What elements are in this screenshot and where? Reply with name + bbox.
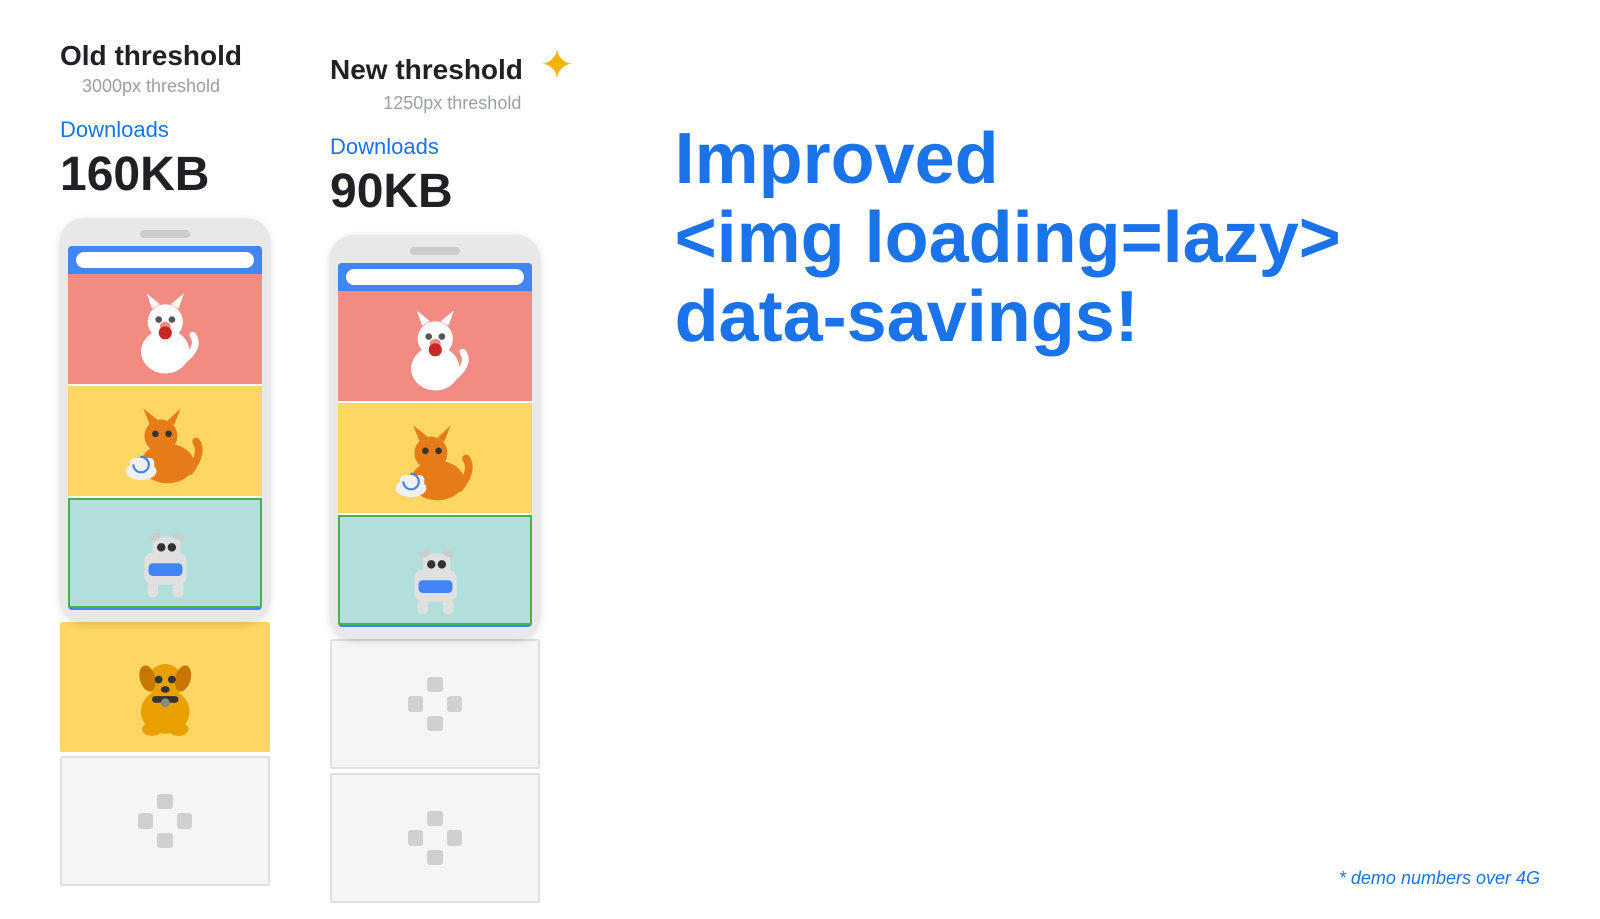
hero-line-2: <img loading=lazy>: [675, 199, 1540, 278]
new-threshold-header: New threshold ✦ 1250px threshold: [330, 40, 575, 114]
dog-illustration: [76, 632, 255, 743]
cat-illustration: [78, 280, 253, 379]
loading-spinner-2: [408, 677, 462, 731]
new-downloads-label: Downloads: [330, 134, 439, 160]
sparkle-icon: ✦: [539, 41, 574, 88]
old-threshold-title: Old threshold: [60, 40, 242, 72]
loading-spinner-1: [138, 794, 192, 848]
hero-text-section: Improved <img loading=lazy> data-savings…: [635, 40, 1540, 358]
hero-line-1: Improved: [675, 120, 1540, 199]
new-image-cat: [338, 291, 532, 401]
old-phone-content: [68, 274, 262, 608]
new-orange-cat-illustration: [348, 409, 523, 508]
old-image-dog-below: [60, 622, 270, 752]
old-threshold-column: Old threshold 3000px threshold Downloads…: [60, 40, 270, 890]
new-image-orange-cat: [338, 403, 532, 513]
new-robot-dog-illustration: [350, 522, 521, 617]
old-image-cat: [68, 274, 262, 384]
old-address-bar: [68, 246, 262, 274]
old-threshold-header: Old threshold 3000px threshold: [60, 40, 242, 97]
new-phone-mockup: [330, 235, 540, 639]
old-phone-mockup: [60, 218, 270, 622]
new-phone-screen: [338, 263, 532, 627]
old-image-robot-dog: [68, 498, 262, 608]
loading-spinner-3: [408, 811, 462, 865]
old-downloads-size: 160KB: [60, 147, 209, 202]
orange-cat-illustration: [78, 392, 253, 491]
robot-dog-illustration: [80, 505, 251, 600]
old-image-orange-cat: [68, 386, 262, 496]
new-threshold-column: New threshold ✦ 1250px threshold Downloa…: [330, 40, 575, 907]
address-bar-inner: [76, 252, 254, 268]
new-address-bar: [338, 263, 532, 291]
old-phone-screen: [68, 246, 262, 610]
new-downloads-size: 90KB: [330, 164, 453, 219]
new-image-loading-1: [330, 639, 540, 769]
phone-notch: [140, 230, 190, 238]
hero-line-3: data-savings!: [675, 278, 1540, 357]
new-phone-content: [338, 291, 532, 625]
demo-note: * demo numbers over 4G: [1339, 868, 1540, 889]
old-image-loading-below: [60, 756, 270, 886]
new-image-loading-2: [330, 773, 540, 903]
new-threshold-subtitle: 1250px threshold: [330, 93, 575, 114]
new-cat-illustration: [348, 297, 523, 396]
new-address-bar-inner: [346, 269, 524, 285]
new-image-robot-dog: [338, 515, 532, 625]
new-threshold-title: New threshold: [330, 54, 523, 85]
old-threshold-subtitle: 3000px threshold: [60, 76, 242, 97]
main-container: Old threshold 3000px threshold Downloads…: [0, 0, 1600, 919]
new-phone-notch: [410, 247, 460, 255]
old-downloads-label: Downloads: [60, 117, 169, 143]
